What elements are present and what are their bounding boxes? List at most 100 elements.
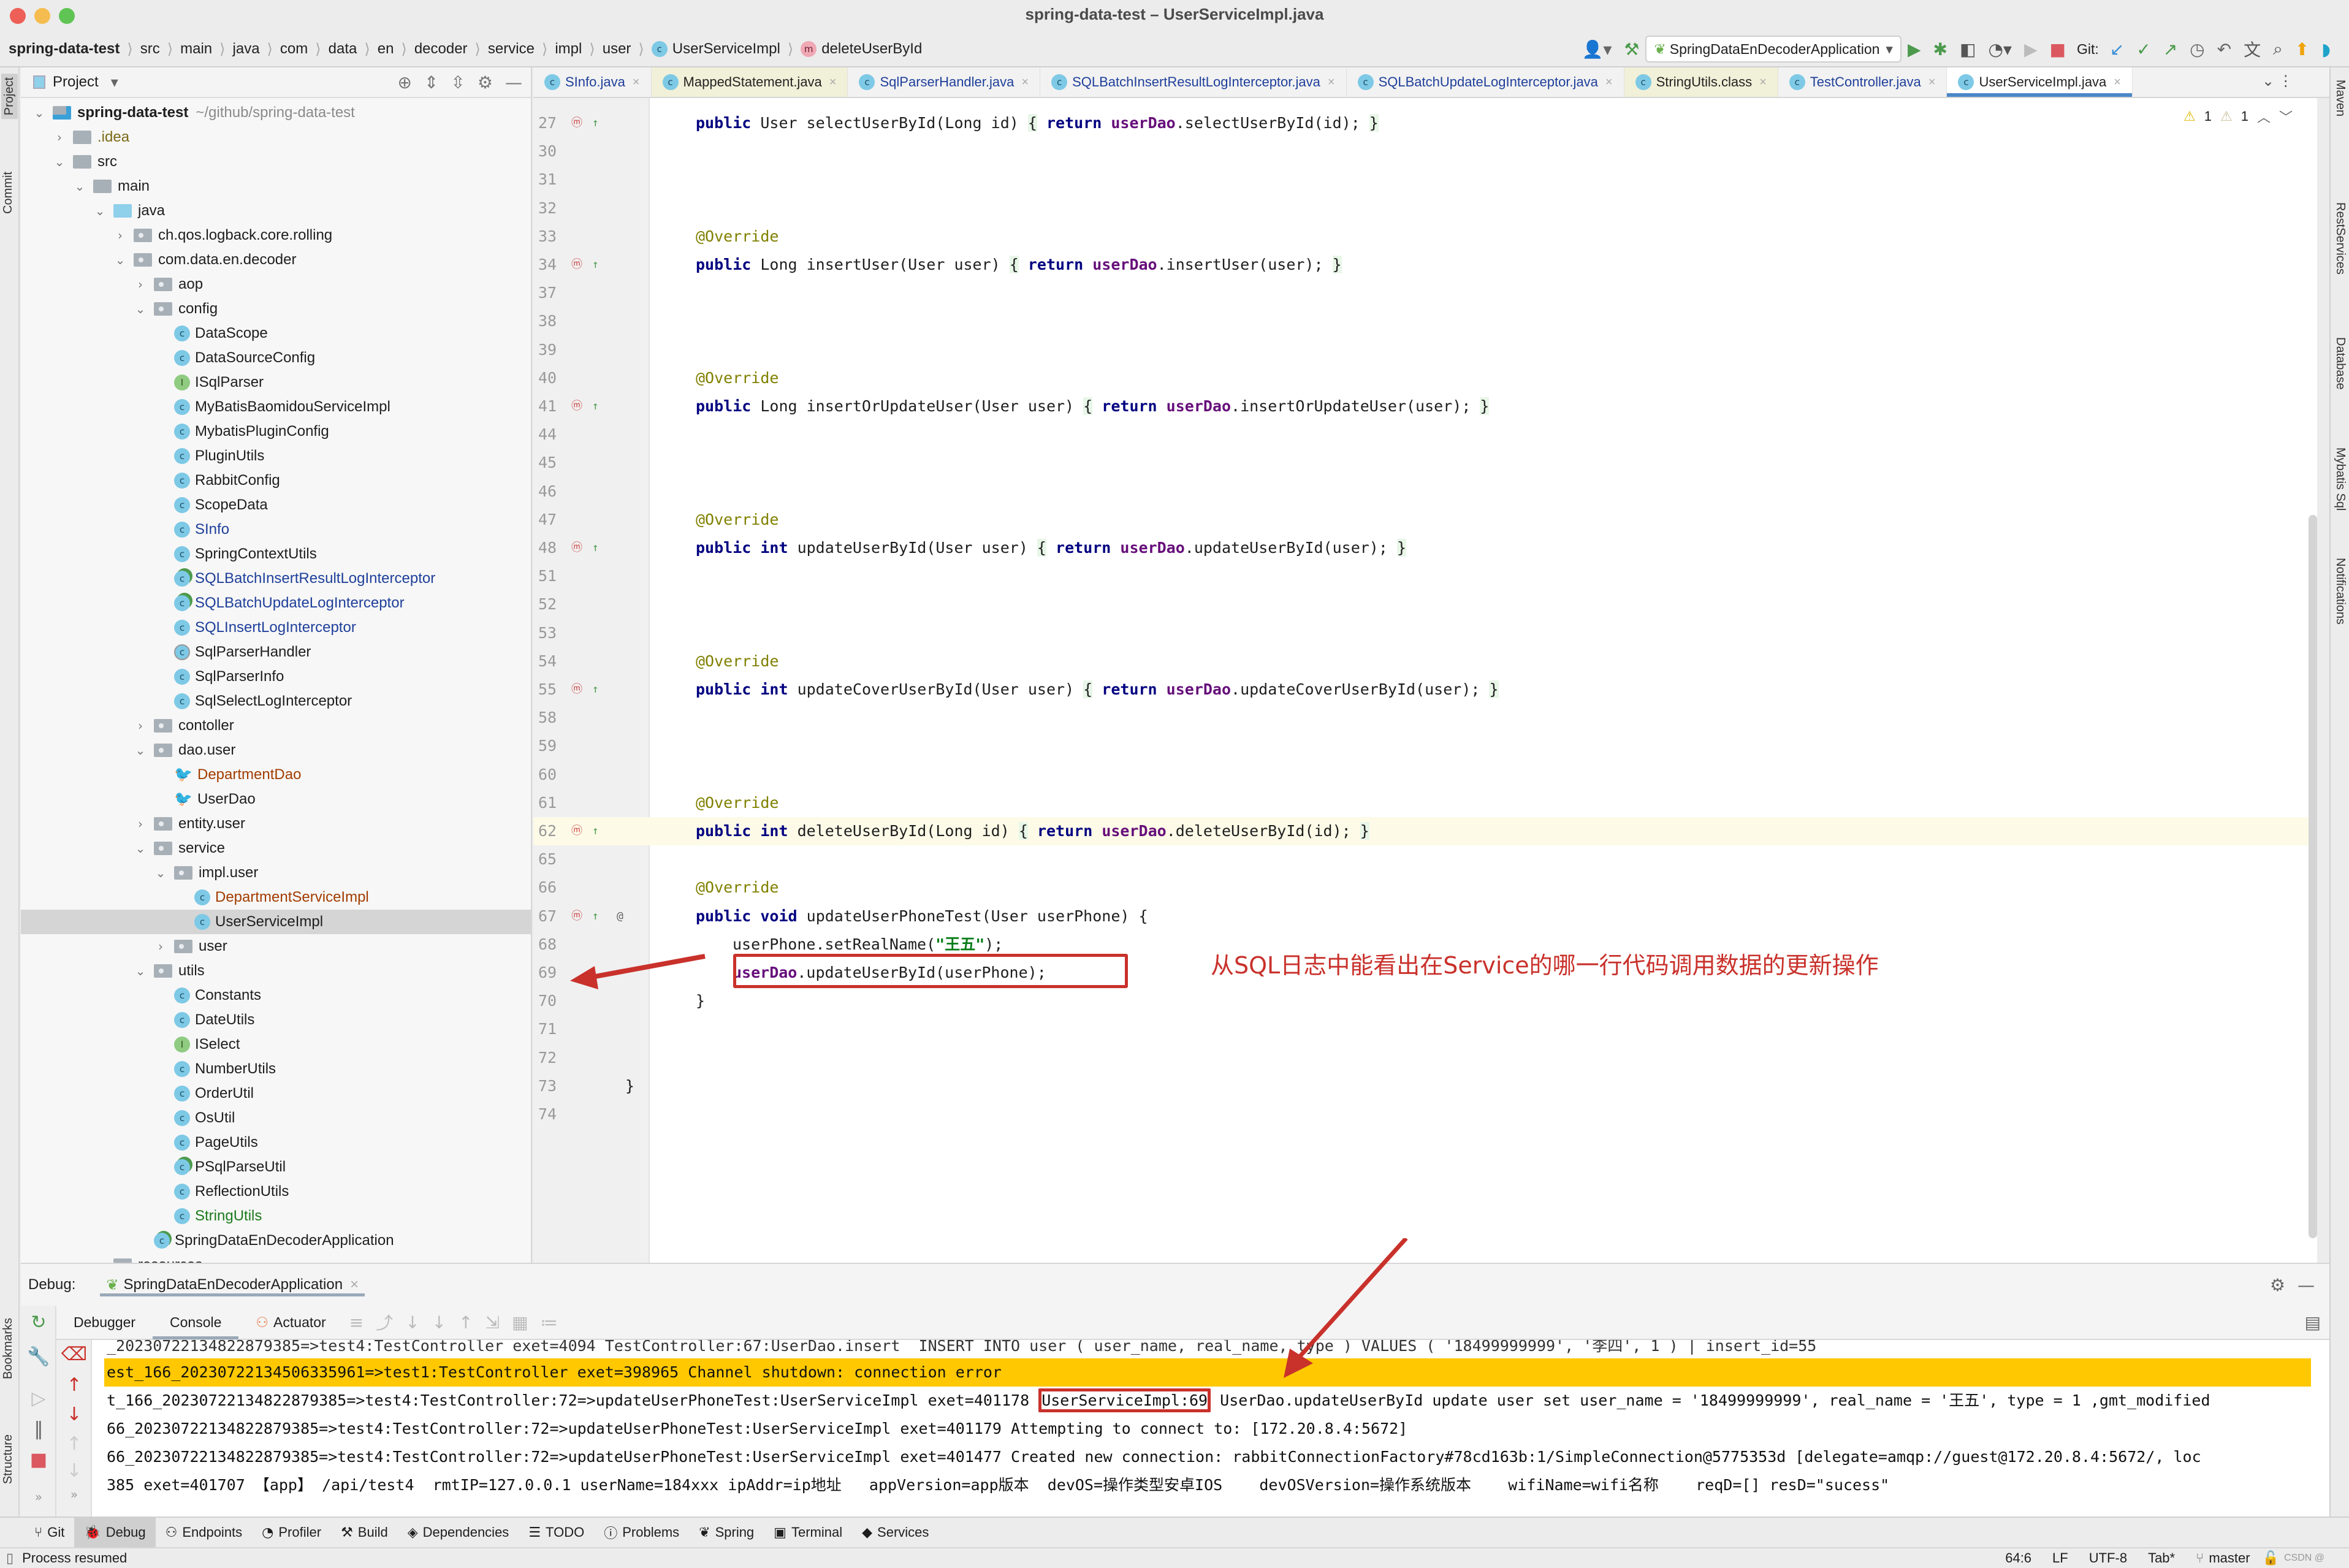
history-icon[interactable]: ◷ [2190, 39, 2204, 59]
tree-item[interactable]: ⌄ com.data.en.decoder [21, 248, 531, 272]
editor-tab[interactable]: c MappedStatement.java × [651, 67, 848, 97]
more-icon[interactable]: » [56, 1487, 92, 1502]
implements-method-icon[interactable]: ⓜ [571, 676, 582, 704]
overrides-method-icon[interactable]: ↑ [592, 902, 599, 931]
tool-window-todo[interactable]: ☰ TODO [519, 1518, 594, 1547]
tree-item[interactable]: c UserServiceImpl [21, 910, 531, 934]
implements-method-icon[interactable]: ⓜ [571, 109, 582, 137]
breadcrumb-item[interactable]: c UserServiceImpl [651, 40, 780, 58]
tree-item[interactable]: c OrderUtil [21, 1081, 531, 1106]
line-number[interactable]: 73 [538, 1072, 569, 1100]
scroll-up-icon[interactable]: ↑ [56, 1433, 92, 1455]
right-tool-maven[interactable]: Maven [2333, 80, 2347, 116]
gear-icon[interactable]: ⚙ [2270, 1275, 2285, 1295]
line-number[interactable]: 66 [538, 873, 569, 902]
tree-item[interactable]: › user [21, 934, 531, 959]
line-number[interactable]: 60 [538, 761, 569, 789]
breadcrumb-item[interactable]: com [280, 40, 308, 58]
line-number[interactable]: 51 [538, 562, 569, 590]
chevron-down-icon[interactable]: ⌄ [72, 179, 87, 194]
tree-item[interactable]: c DepartmentServiceImpl [21, 885, 531, 910]
tree-item[interactable]: ⌄ java [21, 199, 531, 223]
line-number[interactable]: 48 [538, 534, 569, 562]
overrides-method-icon[interactable]: ↑ [592, 676, 599, 704]
line-number[interactable]: 72 [538, 1044, 569, 1072]
tree-item[interactable]: c StringUtils [21, 1204, 531, 1228]
resume-program-icon[interactable]: ▷ [21, 1388, 56, 1409]
run-icon[interactable]: ▶ [1908, 39, 1921, 59]
tab-actuator[interactable]: ⚇ Actuator [238, 1305, 343, 1339]
account-icon[interactable]: 👤▾ [1582, 39, 1612, 59]
tool-window-problems[interactable]: ⓘ Problems [594, 1518, 689, 1547]
line-number[interactable]: 65 [538, 845, 569, 873]
caret-position[interactable]: 64:6 [2005, 1550, 2031, 1566]
expand-all-icon[interactable]: ⇕ [424, 72, 438, 93]
overrides-method-icon[interactable]: ↑ [592, 392, 599, 421]
line-number[interactable]: 67 [538, 902, 569, 931]
tree-item[interactable]: c DataSourceConfig [21, 346, 531, 370]
trace-icon[interactable]: ≔ [541, 1312, 558, 1333]
step-over-icon[interactable]: ↓ [405, 1312, 419, 1333]
close-tab-icon[interactable]: × [1928, 75, 1936, 89]
tree-item[interactable]: › entity.user [21, 812, 531, 836]
tree-item[interactable]: c SQLBatchInsertResultLogInterceptor [21, 566, 531, 591]
tree-item[interactable]: c ReflectionUtils [21, 1179, 531, 1204]
editor-tab[interactable]: c SQLBatchUpdateLogInterceptor.java × [1347, 67, 1624, 97]
overrides-method-icon[interactable]: ↑ [592, 817, 599, 845]
line-number[interactable]: 46 [538, 478, 569, 506]
implements-method-icon[interactable]: ⓜ [571, 392, 582, 421]
console-output[interactable]: _20230722134822879385=>test4:TestControl… [104, 1340, 2311, 1517]
line-number[interactable]: 58 [538, 704, 569, 732]
git-commit-icon[interactable]: ✓ [2136, 39, 2150, 59]
layout-icon[interactable]: ≡ [349, 1312, 364, 1333]
jetbrains-icon[interactable]: ◗ [2321, 39, 2331, 59]
down-arrow-icon[interactable]: ↓ [56, 1404, 92, 1425]
right-tool-database[interactable]: Database [2333, 337, 2347, 390]
chevron-right-icon[interactable]: › [133, 816, 148, 831]
close-icon[interactable]: × [350, 1276, 359, 1293]
close-tab-icon[interactable]: × [1328, 75, 1335, 89]
breadcrumb-item[interactable]: decoder [414, 40, 468, 58]
line-number[interactable]: 37 [538, 279, 569, 307]
breadcrumb-item[interactable]: java [233, 40, 260, 58]
project-view-select[interactable]: Project [53, 74, 99, 91]
line-number[interactable]: 38 [538, 307, 569, 335]
chevron-down-icon[interactable]: ⌄ [93, 204, 107, 218]
tool-window-dependencies[interactable]: ◈ Dependencies [398, 1518, 519, 1547]
tree-item[interactable]: ⌄ service [21, 836, 531, 861]
tool-window-terminal[interactable]: ▣ Terminal [764, 1518, 852, 1547]
line-number[interactable]: 27 [538, 109, 569, 137]
tree-item[interactable]: ⌄ dao.user [21, 738, 531, 763]
chevron-down-icon[interactable]: ⌄ [133, 841, 148, 856]
tree-item[interactable]: c DataScope [21, 321, 531, 346]
line-separator[interactable]: LF [2052, 1550, 2068, 1566]
line-number[interactable]: 41 [538, 392, 569, 421]
tree-item[interactable]: ⌄ utils [21, 959, 531, 983]
debug-session-tab[interactable]: ❦ SpringDataEnDecoderApplication × [100, 1274, 365, 1296]
source-location-link[interactable]: UserServiceImpl:69 [1038, 1388, 1211, 1412]
tree-item[interactable]: c MybatisPluginConfig [21, 419, 531, 444]
close-tab-icon[interactable]: × [2114, 75, 2121, 89]
tree-item[interactable]: › .idea [21, 125, 531, 150]
chevron-down-icon[interactable]: ⌄ [32, 105, 47, 120]
tree-item[interactable]: › contoller [21, 714, 531, 738]
editor-tab[interactable]: c UserServiceImpl.java × [1947, 67, 2133, 97]
tree-item[interactable]: c SpringContextUtils [21, 542, 531, 566]
tool-window-services[interactable]: ◆ Services [852, 1518, 938, 1547]
line-number[interactable]: 52 [538, 590, 569, 618]
step-into-icon[interactable]: ↓ [432, 1312, 446, 1333]
tree-item[interactable]: c ScopeData [21, 493, 531, 517]
chevron-right-icon[interactable]: › [133, 718, 148, 733]
locate-icon[interactable]: ⊕ [397, 72, 411, 93]
tree-item[interactable]: c SInfo [21, 517, 531, 542]
translate-icon[interactable]: 文 [2244, 37, 2261, 61]
line-number[interactable]: 54 [538, 647, 569, 676]
right-tool-notifications[interactable]: Notifications [2333, 558, 2347, 625]
tool-window-endpoints[interactable]: ⚇ Endpoints [156, 1518, 253, 1547]
git-push-icon[interactable]: ↗ [2163, 39, 2177, 59]
debug-icon[interactable]: ✱ [1933, 39, 1947, 59]
up-arrow-icon[interactable]: ↑ [56, 1374, 92, 1396]
close-tab-icon[interactable]: × [1021, 75, 1029, 89]
overrides-method-icon[interactable]: ↑ [592, 109, 599, 137]
tab-console[interactable]: Console [153, 1305, 238, 1339]
